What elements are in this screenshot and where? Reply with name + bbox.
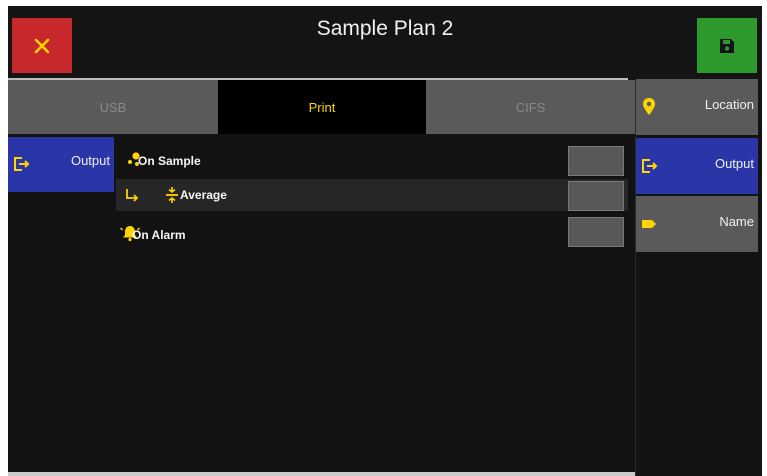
page-title: Sample Plan 2 xyxy=(316,17,454,40)
tab-cifs-label: CIFS xyxy=(515,99,546,115)
average-icon xyxy=(166,187,178,203)
nav-item-name-label: Name xyxy=(719,214,754,229)
nav-item-output-label: Output xyxy=(714,156,754,171)
floppy-disk-save-icon xyxy=(720,38,734,53)
on-sample-toggle[interactable] xyxy=(568,146,624,176)
nav-item-name[interactable]: Name xyxy=(636,196,758,252)
list-item-on-sample: On Sample xyxy=(116,145,628,177)
average-label: Average xyxy=(180,188,227,202)
app-screen: Sample Plan 2 USB Print CIFS Location Ou… xyxy=(8,6,762,476)
output-arrow-icon xyxy=(642,159,658,173)
list-item-on-alarm: On Alarm xyxy=(116,219,628,251)
location-pin-icon xyxy=(643,98,655,115)
list-item-average: Average xyxy=(116,179,628,211)
average-toggle[interactable] xyxy=(568,181,624,211)
category-output-label: Output xyxy=(70,153,110,168)
on-alarm-toggle[interactable] xyxy=(568,217,624,247)
sub-arrow-icon xyxy=(126,189,139,202)
tab-usb-label: USB xyxy=(99,99,127,115)
on-sample-label: On Sample xyxy=(138,154,201,168)
on-alarm-label: On Alarm xyxy=(132,228,186,242)
tab-print-label: Print xyxy=(308,99,336,115)
tab-cifs[interactable]: CIFS xyxy=(426,80,635,134)
category-output[interactable]: Output xyxy=(8,137,114,192)
bottom-divider xyxy=(8,472,635,476)
header-bar: Sample Plan 2 xyxy=(8,6,762,81)
output-arrow-icon xyxy=(14,157,30,171)
nav-item-output[interactable]: Output xyxy=(636,138,758,194)
nav-item-location-label: Location xyxy=(704,97,754,112)
nav-item-location[interactable]: Location xyxy=(636,79,758,135)
tab-print[interactable]: Print xyxy=(218,80,426,134)
tag-label-icon xyxy=(642,220,656,228)
tab-usb[interactable]: USB xyxy=(8,80,218,134)
save-button[interactable] xyxy=(697,18,757,73)
